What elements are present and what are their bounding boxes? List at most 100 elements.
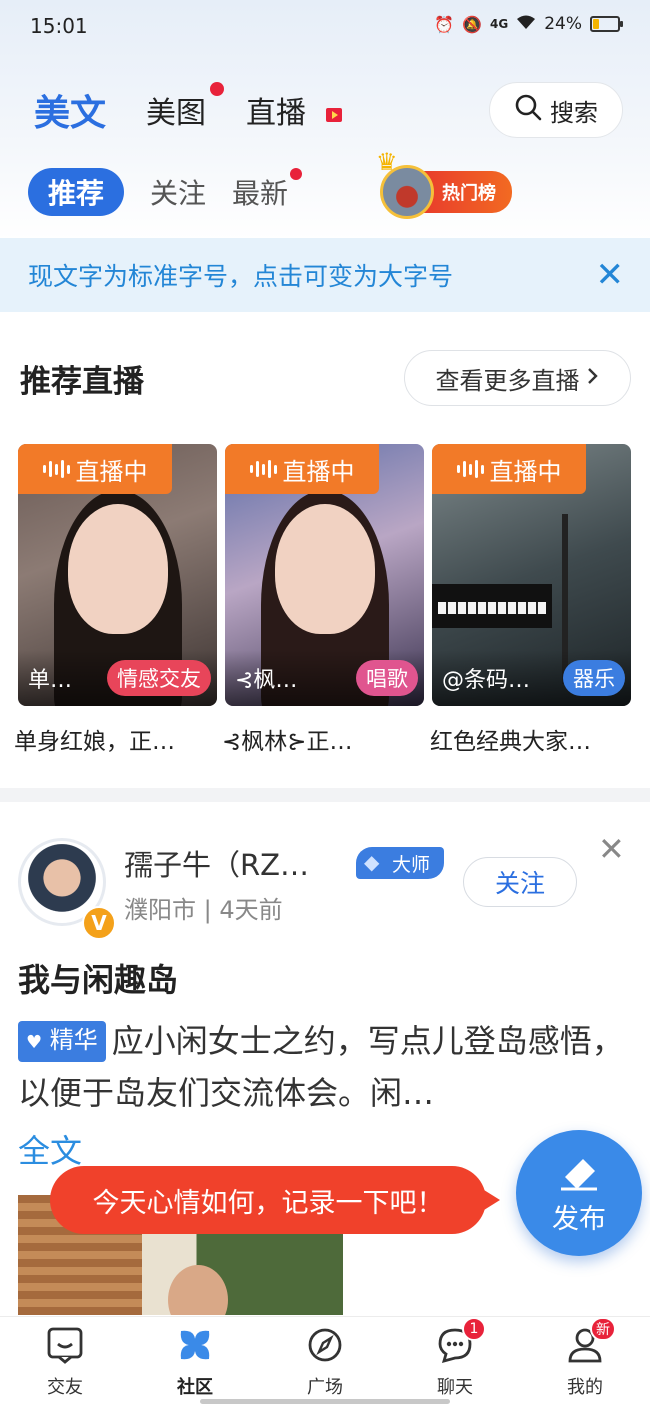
post-excerpt-text: 应小闲女士之约，写点儿登岛感悟，以便于岛友们交流体会。闲…	[18, 1022, 624, 1112]
category-tag: 唱歌	[356, 660, 418, 696]
post-author-name[interactable]: 孺子牛（RZ…	[124, 842, 309, 884]
post-image-person	[168, 1265, 228, 1315]
nav-label: 社区	[177, 1377, 213, 1398]
live-card-caption[interactable]: 红色经典大家…	[430, 722, 645, 756]
tab-meitu-label: 美图	[146, 96, 207, 131]
diamond-icon: ♥	[26, 1032, 43, 1053]
tab-zhibo-label: 直播	[246, 96, 307, 131]
subtab-following[interactable]: 关注	[150, 172, 206, 212]
battery-icon	[590, 16, 623, 32]
nav-label: 我的	[567, 1377, 603, 1398]
subtab-recommend[interactable]: 推荐	[28, 168, 125, 216]
tab-zhibo[interactable]: 直播	[246, 88, 342, 132]
live-card[interactable]: 直播中 ⊰枫… 唱歌	[225, 444, 424, 706]
nav-item-wode[interactable]: 新 我的	[520, 1317, 650, 1407]
status-icons: ⏰ 🔕 4G 24%	[434, 14, 623, 34]
host-name: 单…	[28, 668, 73, 693]
new-badge: 新	[590, 1317, 616, 1341]
post-excerpt[interactable]: ♥ 精华 应小闲女士之约，写点儿登岛感悟，以便于岛友们交流体会。闲…	[18, 1015, 633, 1119]
live-badge-label: 直播中	[75, 457, 148, 486]
home-indicator	[200, 1399, 450, 1404]
subtab-latest[interactable]: 最新	[232, 168, 303, 212]
essence-badge: ♥ 精华	[18, 1021, 106, 1062]
new-dot-icon	[290, 168, 303, 180]
live-card-caption[interactable]: ⊰枫林⊱正…	[222, 722, 430, 756]
publish-label: 发布	[552, 1203, 606, 1235]
status-bar: 15:01 ⏰ 🔕 4G 24%	[0, 0, 650, 52]
post-location-time: 濮阳市 | 4天前	[124, 896, 283, 924]
live-cards: 直播中 单… 情感交友 直播中 ⊰枫… 唱歌 直播中 @条码… 器乐	[18, 444, 631, 706]
follow-button[interactable]: 关注	[463, 857, 577, 907]
tab-meiwen[interactable]: 美文	[34, 84, 106, 136]
edit-icon	[555, 1151, 603, 1195]
community-icon	[175, 1325, 215, 1369]
chat-face-icon	[45, 1325, 85, 1369]
wifi-icon	[516, 14, 536, 34]
mute-icon: 🔕	[462, 14, 482, 34]
close-icon[interactable]: ✕	[598, 830, 625, 868]
publish-button[interactable]: 发布	[516, 1130, 642, 1256]
main-tabs: 美文 美图 直播	[34, 82, 382, 136]
crown-icon: ♛	[376, 148, 398, 176]
thumbnail-face	[68, 504, 168, 634]
more-live-button[interactable]: 查看更多直播	[404, 350, 631, 406]
live-card-footer: @条码… 器乐	[432, 650, 631, 706]
more-live-label: 查看更多直播	[435, 366, 580, 395]
nav-label: 聊天	[437, 1377, 473, 1398]
battery-percent: 24%	[544, 14, 582, 34]
mood-tooltip[interactable]: 今天心情如何，记录一下吧！	[50, 1166, 500, 1234]
unread-badge: 1	[462, 1317, 486, 1341]
close-icon[interactable]: ✕	[596, 258, 625, 292]
essence-label: 精华	[49, 1026, 98, 1054]
live-badge: 直播中	[18, 444, 172, 494]
network-label: 4G	[490, 17, 509, 31]
live-badge: 直播中	[432, 444, 586, 494]
audio-wave-icon	[456, 460, 484, 478]
audio-wave-icon	[42, 460, 70, 478]
live-badge: 直播中	[225, 444, 379, 494]
hot-rank-button[interactable]: ♛ 热门榜	[376, 148, 512, 219]
live-card-footer: 单… 情感交友	[18, 650, 217, 706]
nav-item-liaotian[interactable]: 1 聊天	[390, 1317, 520, 1407]
category-tag: 情感交友	[107, 660, 211, 696]
subtab-latest-label: 最新	[232, 177, 289, 210]
search-button[interactable]: 搜索	[489, 82, 623, 138]
search-label: 搜索	[550, 98, 598, 127]
live-card-footer: ⊰枫… 唱歌	[225, 650, 424, 706]
live-card-caption[interactable]: 单身红娘，正…	[14, 722, 229, 756]
host-name: @条码…	[442, 668, 531, 693]
nav-item-jiaoyou[interactable]: 交友	[0, 1317, 130, 1407]
bottom-nav: 交友 社区 广场 1 聊天 新 我的	[0, 1316, 650, 1407]
category-tag: 器乐	[563, 660, 625, 696]
battery-level	[593, 19, 600, 29]
section-divider	[0, 788, 650, 802]
master-badge: 大师	[356, 847, 445, 879]
compass-icon	[305, 1325, 345, 1369]
search-icon	[514, 93, 542, 127]
host-name: ⊰枫…	[235, 668, 298, 693]
full-text-link[interactable]: 全文	[18, 1126, 82, 1172]
chevron-right-icon	[586, 364, 600, 392]
nav-label: 交友	[47, 1377, 83, 1398]
alarm-icon: ⏰	[434, 14, 455, 34]
nav-item-shequ[interactable]: 社区	[130, 1317, 260, 1407]
live-card[interactable]: 直播中 单… 情感交友	[18, 444, 217, 706]
thumbnail-face	[275, 504, 375, 634]
live-badge-label: 直播中	[282, 457, 355, 486]
nav-item-guangchang[interactable]: 广场	[260, 1317, 390, 1407]
sub-tabs: 推荐 关注 最新	[28, 168, 314, 216]
section-title-live: 推荐直播	[20, 364, 144, 400]
font-size-notice[interactable]: 现文字为标准字号，点击可变为大字号 ✕	[0, 238, 650, 312]
post-title[interactable]: 我与闲趣岛	[18, 955, 178, 1001]
tab-meitu[interactable]: 美图	[146, 82, 225, 132]
audio-wave-icon	[249, 460, 277, 478]
nav-label: 广场	[307, 1377, 343, 1398]
live-card[interactable]: 直播中 @条码… 器乐	[432, 444, 631, 706]
thumbnail-keyboard	[432, 584, 552, 628]
new-dot-icon	[210, 82, 225, 96]
notice-text: 现文字为标准字号，点击可变为大字号	[28, 262, 454, 291]
live-tv-icon	[325, 107, 342, 122]
live-badge-label: 直播中	[489, 457, 562, 486]
status-time: 15:01	[30, 14, 88, 38]
verified-badge: V	[82, 906, 116, 940]
